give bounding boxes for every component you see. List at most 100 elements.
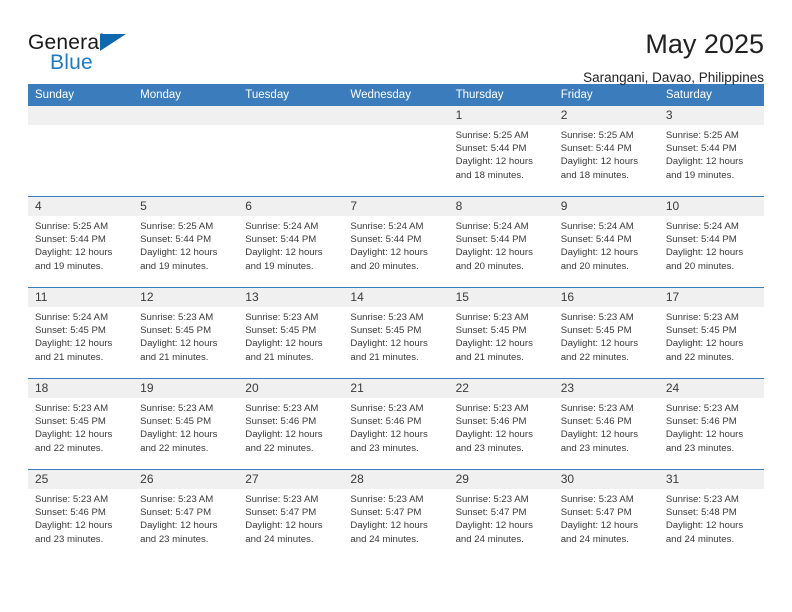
daylight-text-line2: and 21 minutes. [455, 351, 524, 363]
day-number [238, 106, 344, 125]
sunrise-text: Sunrise: 5:23 AM [245, 403, 319, 414]
day-details: Sunrise: 5:25 AM Sunset: 5:44 PM Daylight:… [659, 125, 764, 182]
calendar-day-cell-empty [343, 106, 449, 197]
calendar-day-cell[interactable]: 4 Sunrise: 5:25 AM Sunset: 5:44 PM Daylight… [28, 196, 134, 288]
calendar-day-cell[interactable]: 30 Sunrise: 5:23 AM Sunset: 5:47 PM Dayligh… [553, 469, 659, 560]
sunrise-text: Sunrise: 5:23 AM [245, 494, 319, 505]
day-details: Sunrise: 5:24 AM Sunset: 5:44 PM Daylight:… [343, 216, 448, 273]
calendar-day-cell[interactable]: 24 Sunrise: 5:23 AM Sunset: 5:46 PM Dayligh… [658, 378, 764, 470]
calendar-day-cell[interactable]: 31 Sunrise: 5:23 AM Sunset: 5:48 PM Dayligh… [658, 469, 764, 560]
daylight-text-line1: Daylight: 12 hours [455, 156, 533, 168]
daylight-text-line1: Daylight: 12 hours [560, 338, 639, 350]
day-details: Sunrise: 5:23 AM Sunset: 5:46 PM Daylight:… [28, 489, 133, 546]
calendar-day-cell[interactable]: 25 Sunrise: 5:23 AM Sunset: 5:46 PM Dayligh… [28, 469, 134, 560]
daylight-text-line1: Daylight: 12 hours [665, 338, 744, 350]
sunset-text: Sunset: 5:45 PM [350, 325, 422, 337]
calendar-day-cell[interactable]: 22 Sunrise: 5:23 AM Sunset: 5:46 PM Dayligh… [448, 378, 554, 470]
sunset-text: Sunset: 5:46 PM [560, 416, 632, 428]
calendar-day-cell[interactable]: 20 Sunrise: 5:23 AM Sunset: 5:46 PM Dayligh… [238, 378, 344, 470]
calendar-day-cell[interactable]: 3 Sunrise: 5:25 AM Sunset: 5:44 PM Daylight… [658, 106, 764, 197]
daylight-text-line1: Daylight: 12 hours [140, 338, 218, 350]
sunset-text: Sunset: 5:44 PM [35, 234, 106, 246]
calendar-day-cell[interactable]: 27 Sunrise: 5:23 AM Sunset: 5:47 PM Dayligh… [238, 469, 344, 560]
sunrise-text: Sunrise: 5:23 AM [455, 403, 529, 414]
calendar-day-cell[interactable]: 9 Sunrise: 5:24 AM Sunset: 5:44 PM Daylight… [553, 196, 659, 288]
sunset-text: Sunset: 5:45 PM [140, 325, 212, 337]
calendar-day-cell[interactable]: 28 Sunrise: 5:23 AM Sunset: 5:47 PM Dayligh… [343, 469, 449, 560]
day-number: 13 [238, 288, 344, 307]
daylight-text-line2: and 20 minutes. [350, 260, 419, 272]
calendar-day-cell[interactable]: 23 Sunrise: 5:23 AM Sunset: 5:46 PM Dayligh… [553, 378, 659, 470]
sunrise-text: Sunrise: 5:25 AM [35, 221, 109, 232]
calendar-day-cell[interactable]: 11 Sunrise: 5:24 AM Sunset: 5:45 PM Dayligh… [28, 287, 134, 379]
calendar-day-cell[interactable]: 10 Sunrise: 5:24 AM Sunset: 5:44 PM Dayligh… [658, 196, 764, 288]
calendar-day-cell[interactable]: 1 Sunrise: 5:25 AM Sunset: 5:44 PM Daylight… [448, 106, 554, 197]
sunset-text: Sunset: 5:47 PM [350, 507, 422, 519]
day-details: Sunrise: 5:23 AM Sunset: 5:45 PM Daylight:… [659, 307, 764, 364]
day-number: 9 [553, 197, 659, 216]
calendar-day-cell[interactable]: 21 Sunrise: 5:23 AM Sunset: 5:46 PM Dayligh… [343, 378, 449, 470]
sunset-text: Sunset: 5:44 PM [455, 143, 527, 155]
weekday-header-friday: Friday [553, 84, 659, 106]
day-details: Sunrise: 5:23 AM Sunset: 5:47 PM Daylight:… [449, 489, 554, 546]
day-details: Sunrise: 5:23 AM Sunset: 5:46 PM Daylight:… [238, 398, 343, 455]
sunset-text: Sunset: 5:46 PM [665, 416, 737, 428]
calendar-day-cell[interactable]: 13 Sunrise: 5:23 AM Sunset: 5:45 PM Dayligh… [238, 287, 344, 379]
day-number: 7 [343, 197, 449, 216]
general-blue-logo[interactable]: General Blue [28, 28, 148, 78]
calendar-body: 1 Sunrise: 5:25 AM Sunset: 5:44 PM Daylight… [28, 106, 764, 560]
weekday-header-saturday: Saturday [658, 84, 764, 106]
sunrise-text: Sunrise: 5:23 AM [35, 403, 109, 414]
daylight-text-line2: and 21 minutes. [350, 351, 419, 363]
daylight-text-line2: and 22 minutes. [35, 442, 104, 454]
daylight-text-line2: and 20 minutes. [560, 260, 629, 272]
calendar-page: General Blue May 2025 Sarangani, Davao, … [0, 0, 792, 612]
calendar-day-cell[interactable]: 15 Sunrise: 5:23 AM Sunset: 5:45 PM Dayligh… [448, 287, 554, 379]
day-number: 28 [343, 470, 449, 489]
day-number: 12 [133, 288, 239, 307]
sunset-text: Sunset: 5:44 PM [455, 234, 527, 246]
sunset-text: Sunset: 5:47 PM [140, 507, 212, 519]
daylight-text-line2: and 24 minutes. [665, 533, 735, 545]
calendar-grid: Sunday Monday Tuesday Wednesday Thursday… [28, 84, 764, 560]
daylight-text-line1: Daylight: 12 hours [350, 429, 428, 441]
day-number: 14 [343, 288, 449, 307]
daylight-text-line1: Daylight: 12 hours [35, 247, 113, 259]
sunset-text: Sunset: 5:45 PM [35, 416, 106, 428]
sunrise-text: Sunrise: 5:23 AM [665, 494, 739, 505]
sunrise-text: Sunrise: 5:23 AM [560, 494, 634, 505]
calendar-day-cell[interactable]: 5 Sunrise: 5:25 AM Sunset: 5:44 PM Daylight… [133, 196, 239, 288]
daylight-text-line2: and 22 minutes. [140, 442, 209, 454]
calendar-day-cell[interactable]: 2 Sunrise: 5:25 AM Sunset: 5:44 PM Daylight… [553, 106, 659, 197]
day-details: Sunrise: 5:24 AM Sunset: 5:44 PM Daylight:… [554, 216, 659, 273]
sunrise-text: Sunrise: 5:23 AM [35, 494, 109, 505]
daylight-text-line2: and 19 minutes. [665, 169, 735, 181]
day-number [28, 106, 134, 125]
calendar-day-cell[interactable]: 17 Sunrise: 5:23 AM Sunset: 5:45 PM Dayligh… [658, 287, 764, 379]
calendar-day-cell[interactable]: 7 Sunrise: 5:24 AM Sunset: 5:44 PM Daylight… [343, 196, 449, 288]
calendar-day-cell[interactable]: 6 Sunrise: 5:24 AM Sunset: 5:44 PM Daylight… [238, 196, 344, 288]
daylight-text-line2: and 22 minutes. [560, 351, 629, 363]
day-details: Sunrise: 5:23 AM Sunset: 5:46 PM Daylight:… [343, 398, 448, 455]
daylight-text-line2: and 24 minutes. [350, 533, 419, 545]
daylight-text-line1: Daylight: 12 hours [35, 429, 113, 441]
day-number: 23 [553, 379, 659, 398]
calendar-day-cell[interactable]: 12 Sunrise: 5:23 AM Sunset: 5:45 PM Dayligh… [133, 287, 239, 379]
calendar-day-cell[interactable]: 18 Sunrise: 5:23 AM Sunset: 5:45 PM Dayligh… [28, 378, 134, 470]
day-details: Sunrise: 5:23 AM Sunset: 5:47 PM Daylight:… [133, 489, 238, 546]
sunrise-text: Sunrise: 5:23 AM [560, 312, 634, 323]
sunrise-text: Sunrise: 5:24 AM [455, 221, 529, 232]
daylight-text-line1: Daylight: 12 hours [560, 429, 639, 441]
calendar-day-cell[interactable]: 19 Sunrise: 5:23 AM Sunset: 5:45 PM Dayligh… [133, 378, 239, 470]
calendar-day-cell[interactable]: 16 Sunrise: 5:23 AM Sunset: 5:45 PM Dayligh… [553, 287, 659, 379]
calendar-day-cell[interactable]: 29 Sunrise: 5:23 AM Sunset: 5:47 PM Dayligh… [448, 469, 554, 560]
sunrise-text: Sunrise: 5:23 AM [560, 403, 634, 414]
calendar-day-cell[interactable]: 26 Sunrise: 5:23 AM Sunset: 5:47 PM Dayligh… [133, 469, 239, 560]
calendar-day-cell[interactable]: 8 Sunrise: 5:24 AM Sunset: 5:44 PM Daylight… [448, 196, 554, 288]
day-details: Sunrise: 5:25 AM Sunset: 5:44 PM Daylight:… [133, 216, 238, 273]
daylight-text-line1: Daylight: 12 hours [665, 247, 744, 259]
day-number: 2 [553, 106, 659, 125]
calendar-day-cell[interactable]: 14 Sunrise: 5:23 AM Sunset: 5:45 PM Dayligh… [343, 287, 449, 379]
daylight-text-line1: Daylight: 12 hours [140, 429, 218, 441]
daylight-text-line1: Daylight: 12 hours [455, 429, 533, 441]
